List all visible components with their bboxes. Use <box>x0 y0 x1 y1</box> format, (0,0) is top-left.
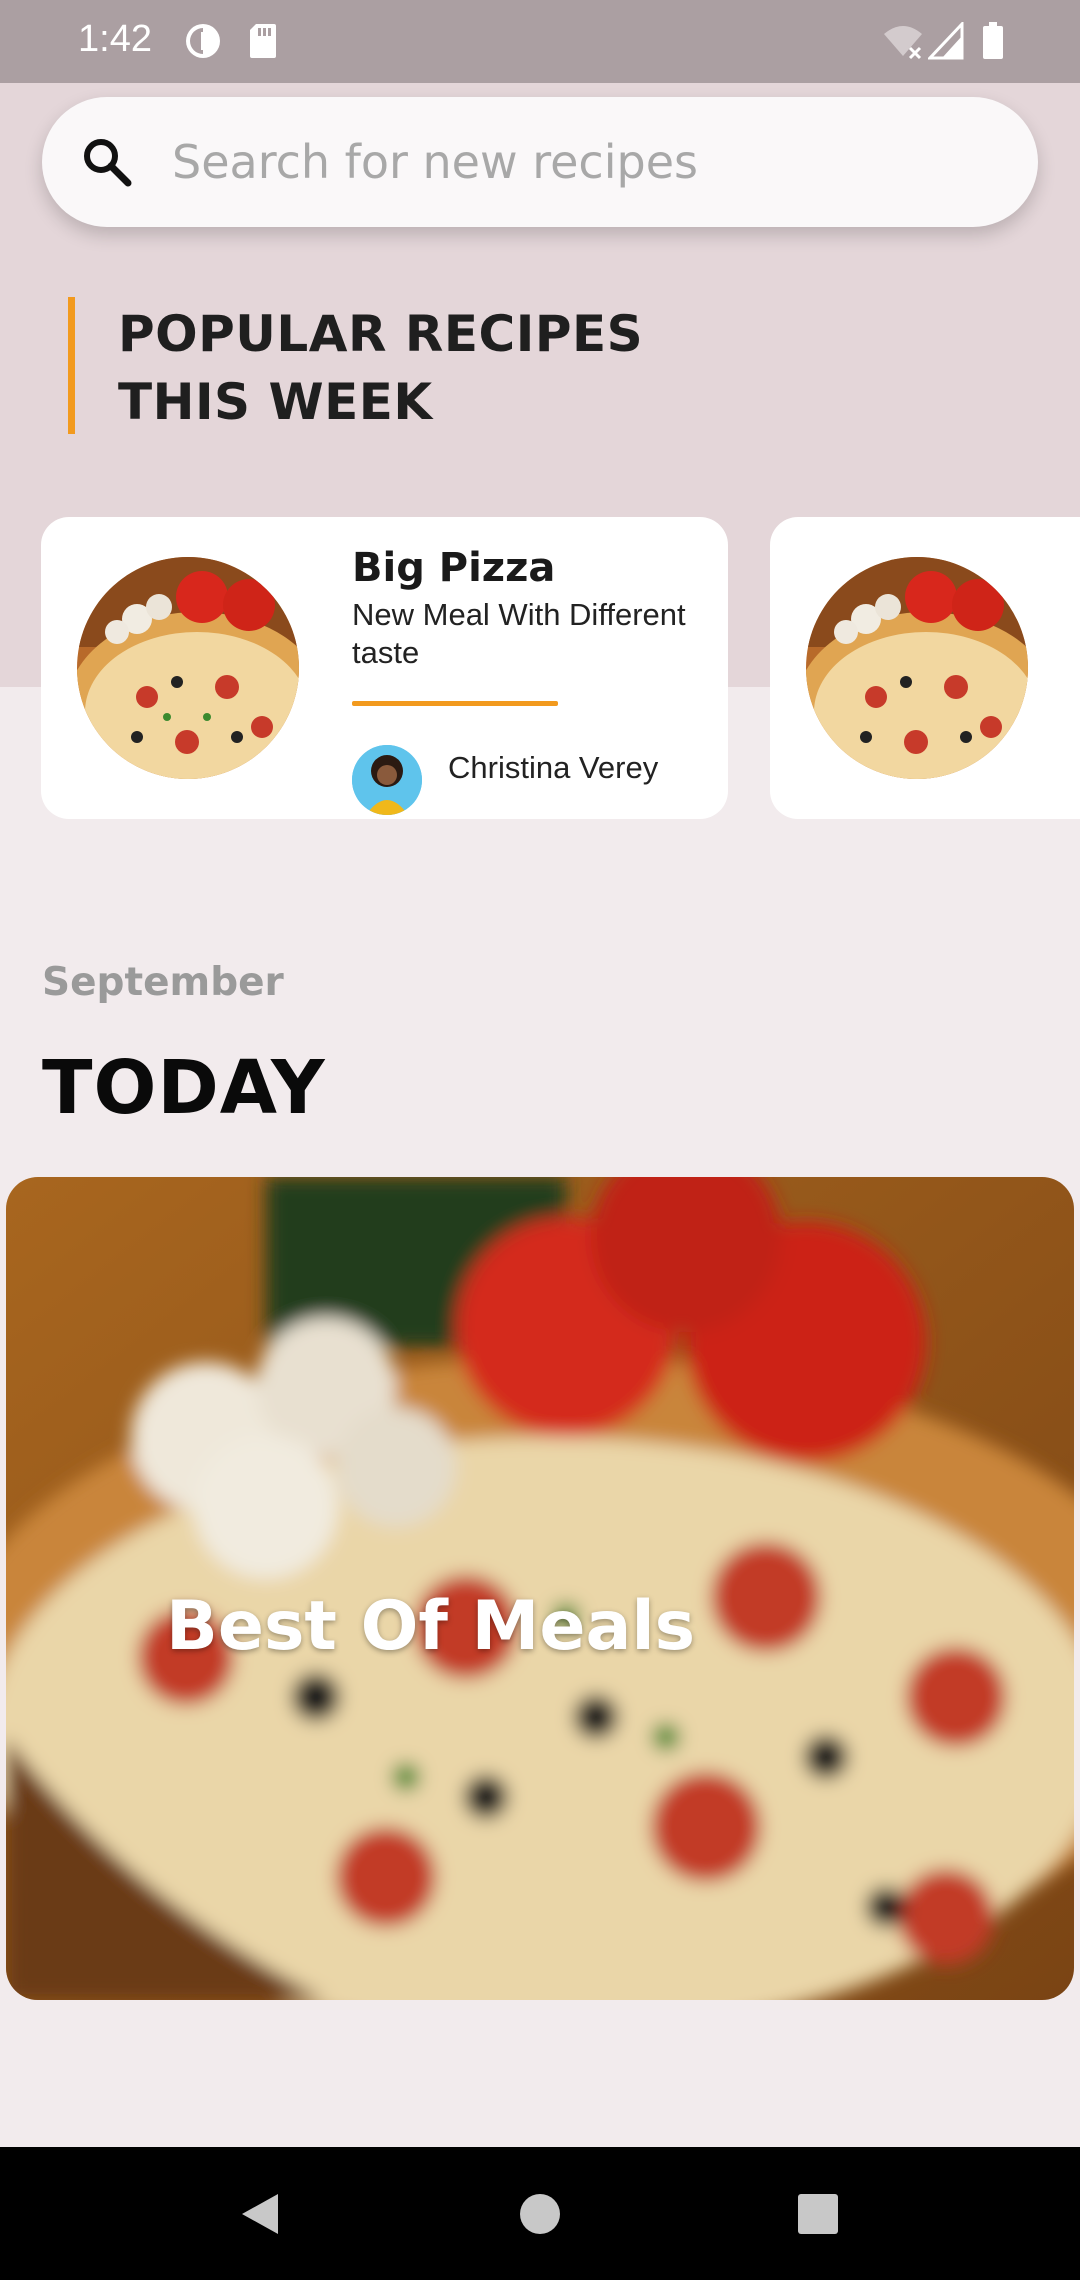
recipe-title: Big Pizza <box>352 545 556 591</box>
home-button[interactable] <box>470 2147 610 2280</box>
search-bar[interactable] <box>42 97 1038 227</box>
home-icon <box>520 2194 560 2234</box>
recipe-card[interactable]: Big Pizza New Meal With Different taste … <box>41 517 728 819</box>
status-bar: 1:42 <box>0 0 1080 83</box>
month-label: September <box>42 960 284 1005</box>
recipe-image <box>806 557 1028 779</box>
section-title: POPULAR RECIPES THIS WEEK <box>118 300 678 436</box>
author-avatar <box>352 745 422 815</box>
featured-meal-card[interactable]: Best Of Meals <box>6 1177 1074 2000</box>
section-title-line-2: THIS WEEK <box>118 373 433 431</box>
back-icon <box>242 2194 278 2234</box>
featured-meal-title: Best Of Meals <box>166 1587 696 1666</box>
signal-icon <box>926 20 964 65</box>
section-title-line-1: POPULAR RECIPES <box>118 305 644 363</box>
recents-button[interactable] <box>748 2147 888 2280</box>
navigation-bar <box>0 2147 1080 2280</box>
search-input[interactable] <box>172 97 992 227</box>
recipe-image <box>77 557 299 779</box>
status-time: 1:42 <box>78 18 152 60</box>
today-heading: TODAY <box>42 1045 326 1131</box>
sync-icon <box>184 22 222 65</box>
wifi-off-icon <box>882 22 924 65</box>
author-name: Christina Verey <box>448 750 659 785</box>
search-icon <box>80 135 134 189</box>
recipe-divider <box>352 701 558 706</box>
sd-card-icon <box>248 22 278 65</box>
section-accent-bar <box>68 297 75 434</box>
recents-icon <box>798 2194 838 2234</box>
recipe-subtitle: New Meal With Different taste <box>352 597 686 670</box>
back-button[interactable] <box>190 2147 330 2280</box>
battery-icon <box>982 22 1004 65</box>
recipe-card[interactable] <box>770 517 1080 819</box>
